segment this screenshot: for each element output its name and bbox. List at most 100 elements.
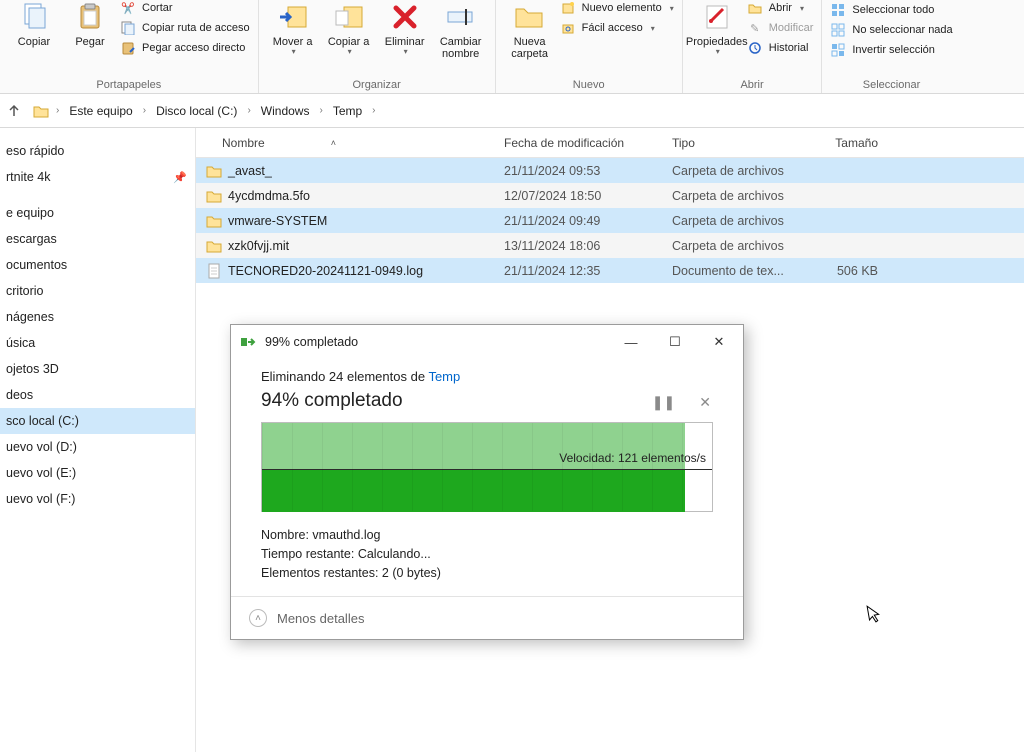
column-name[interactable]: Nombre ˄ [196, 136, 496, 150]
action-link[interactable]: Temp [428, 369, 460, 384]
history-label: Historial [769, 42, 809, 54]
file-icon [206, 263, 222, 279]
info-items-value: 2 (0 bytes) [382, 566, 441, 580]
folder-icon [206, 213, 222, 229]
copy-icon [17, 2, 51, 32]
info-time-label: Tiempo restante: [261, 547, 358, 561]
table-row[interactable]: _avast_21/11/2024 09:53Carpeta de archiv… [196, 158, 1024, 183]
new-item-button[interactable]: Nuevo elemento▾ [560, 0, 674, 16]
new-folder-icon [513, 2, 547, 32]
column-date[interactable]: Fecha de modificación [496, 136, 664, 150]
sidebar-item-quick-access[interactable]: eso rápido [0, 138, 195, 164]
dialog-body: Eliminando 24 elementos de Temp 94% comp… [231, 359, 743, 596]
sidebar-label: ojetos 3D [6, 362, 59, 376]
copy-to-button[interactable]: Copiar a▾ [321, 0, 377, 59]
crumb-este-equipo[interactable]: Este equipo [65, 100, 136, 122]
sort-indicator-icon: ˄ [331, 138, 336, 148]
sidebar-item-documentos[interactable]: ocumentos [0, 252, 195, 278]
file-date: 12/07/2024 18:50 [496, 189, 664, 203]
sidebar-item-videos[interactable]: deos [0, 382, 195, 408]
chevron-up-icon: ˄ [249, 609, 267, 627]
properties-button[interactable]: Propiedades▾ [689, 0, 745, 59]
nav-up-button[interactable] [6, 103, 22, 119]
chevron-right-icon[interactable]: › [143, 105, 146, 116]
close-button[interactable]: ✕ [697, 327, 741, 357]
edit-icon: ✎ [747, 20, 763, 36]
sidebar-item-descargas[interactable]: escargas [0, 226, 195, 252]
column-type[interactable]: Tipo [664, 136, 802, 150]
sidebar-label: eso rápido [6, 144, 64, 158]
paste-shortcut-label: Pegar acceso directo [142, 42, 245, 54]
file-date: 21/11/2024 09:49 [496, 214, 664, 228]
chevron-right-icon[interactable]: › [247, 105, 250, 116]
sidebar-label: uevo vol (F:) [6, 492, 75, 506]
history-button[interactable]: Historial [747, 40, 814, 56]
fewer-details-label: Menos detalles [277, 611, 364, 626]
chevron-right-icon[interactable]: › [319, 105, 322, 116]
crumb-windows[interactable]: Windows [257, 100, 314, 122]
sidebar-item-vol-d[interactable]: uevo vol (D:) [0, 434, 195, 460]
sidebar-label: nágenes [6, 310, 54, 324]
cancel-button[interactable]: ✕ [699, 394, 711, 411]
crumb-temp[interactable]: Temp [329, 100, 366, 122]
file-name: 4ycdmdma.5fo [228, 189, 310, 203]
transfer-icon [241, 334, 257, 350]
sidebar-item-fortnite[interactable]: rtnite 4k📌 [0, 164, 195, 190]
edit-button[interactable]: ✎ Modificar [747, 20, 814, 36]
dropdown-icon: ▾ [670, 4, 674, 13]
copy-button[interactable]: Copiar [6, 0, 62, 50]
progress-speed: Velocidad: 121 elementos/s [559, 451, 706, 465]
pause-button[interactable]: ❚❚ [652, 394, 675, 411]
select-none-button[interactable]: No seleccionar nada [830, 22, 952, 38]
sidebar-item-escritorio[interactable]: critorio [0, 278, 195, 304]
delete-button[interactable]: Eliminar▾ [377, 0, 433, 59]
sidebar-item-imagenes[interactable]: nágenes [0, 304, 195, 330]
column-size[interactable]: Tamaño [802, 136, 886, 150]
easy-access-icon [560, 20, 576, 36]
sidebar-item-equipo[interactable]: e equipo [0, 200, 195, 226]
dialog-action-text: Eliminando 24 elementos de Temp [261, 369, 713, 384]
open-button[interactable]: Abrir▾ [747, 0, 814, 16]
minimize-button[interactable]: — [609, 327, 653, 357]
table-row[interactable]: TECNORED20-20241121-0949.log21/11/2024 1… [196, 258, 1024, 283]
sidebar-item-vol-e[interactable]: uevo vol (E:) [0, 460, 195, 486]
chevron-right-icon[interactable]: › [56, 105, 59, 116]
column-label: Nombre [222, 136, 265, 150]
table-row[interactable]: vmware-SYSTEM21/11/2024 09:49Carpeta de … [196, 208, 1024, 233]
sidebar-label: deos [6, 388, 33, 402]
new-folder-button[interactable]: Nueva carpeta [502, 0, 558, 62]
maximize-button[interactable]: ☐ [653, 327, 697, 357]
pin-icon: 📌 [173, 171, 187, 184]
file-type: Documento de tex... [664, 264, 802, 278]
paste-shortcut-button[interactable]: Pegar acceso directo [120, 40, 250, 56]
paste-button[interactable]: Pegar [62, 0, 118, 50]
group-label-organize: Organizar [265, 79, 489, 91]
invert-selection-button[interactable]: Invertir selección [830, 42, 952, 58]
info-name-label: Nombre: [261, 528, 312, 542]
invert-selection-icon [830, 42, 846, 58]
table-row[interactable]: 4ycdmdma.5fo12/07/2024 18:50Carpeta de a… [196, 183, 1024, 208]
chevron-right-icon[interactable]: › [372, 105, 375, 116]
copy-path-icon [120, 20, 136, 36]
table-row[interactable]: xzk0fvjj.mit13/11/2024 18:06Carpeta de a… [196, 233, 1024, 258]
ribbon: Copiar Pegar ✂️ Cortar Copiar ruta de ac… [0, 0, 1024, 94]
easy-access-button[interactable]: Fácil acceso▾ [560, 20, 674, 36]
cut-button[interactable]: ✂️ Cortar [120, 0, 250, 16]
sidebar-item-musica[interactable]: úsica [0, 330, 195, 356]
folder-icon [206, 163, 222, 179]
dialog-titlebar[interactable]: 99% completado — ☐ ✕ [231, 325, 743, 359]
copy-label: Copiar [18, 36, 50, 48]
crumb-disco-local[interactable]: Disco local (C:) [152, 100, 241, 122]
copy-path-button[interactable]: Copiar ruta de acceso [120, 20, 250, 36]
ribbon-group-new: Nueva carpeta Nuevo elemento▾ Fácil acce… [496, 0, 683, 93]
move-to-button[interactable]: Mover a▾ [265, 0, 321, 59]
rename-button[interactable]: Cambiar nombre [433, 0, 489, 62]
select-all-button[interactable]: Seleccionar todo [830, 2, 952, 18]
sidebar-item-objetos3d[interactable]: ojetos 3D [0, 356, 195, 382]
nav-sidebar: eso rápido rtnite 4k📌 e equipo escargas … [0, 128, 196, 752]
easy-access-label: Fácil acceso [582, 22, 643, 34]
dialog-footer[interactable]: ˄ Menos detalles [231, 596, 743, 639]
sidebar-item-vol-f[interactable]: uevo vol (F:) [0, 486, 195, 512]
sidebar-item-disco-local-c[interactable]: sco local (C:) [0, 408, 195, 434]
group-label-clipboard: Portapapeles [6, 79, 252, 91]
